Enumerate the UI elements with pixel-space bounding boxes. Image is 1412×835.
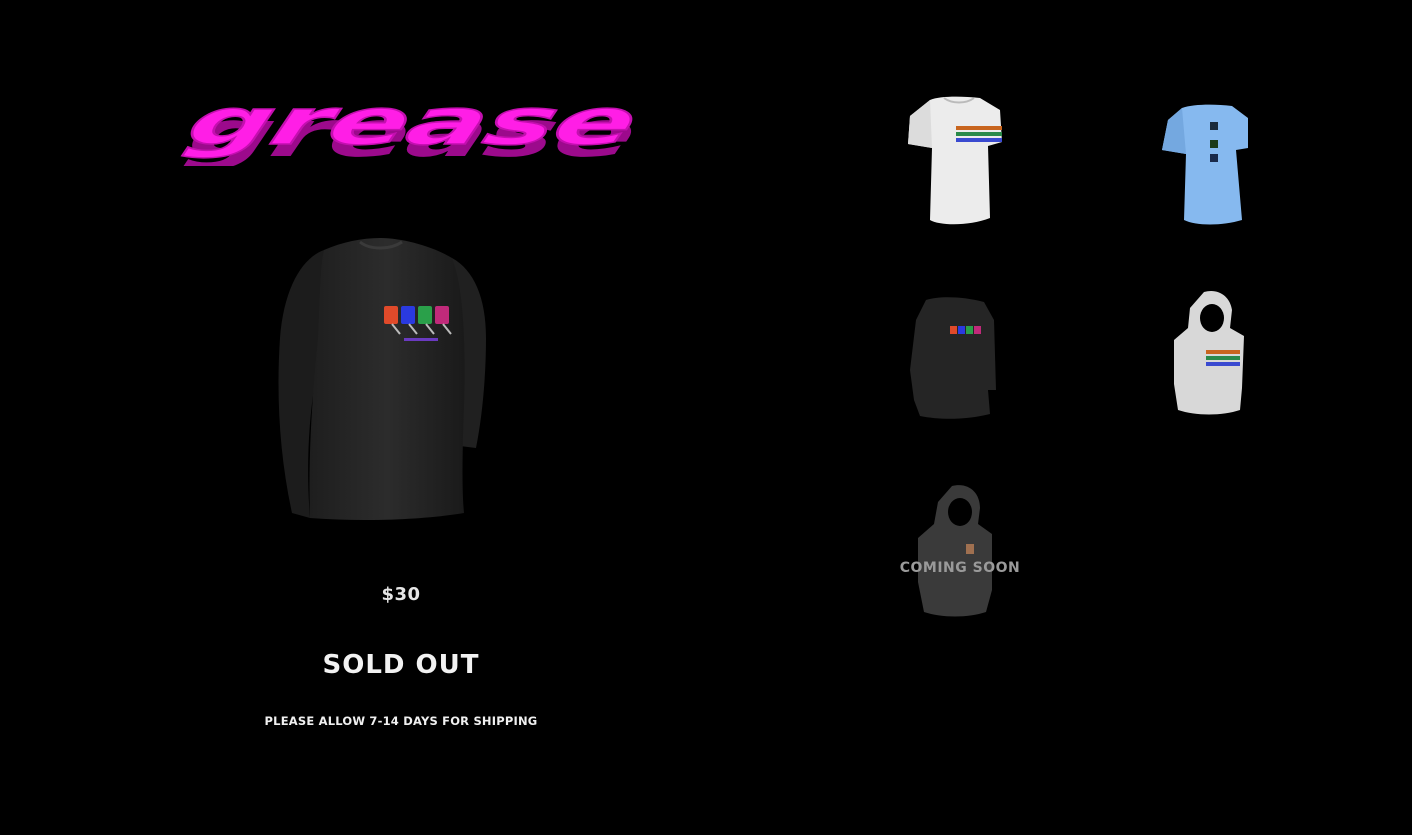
product-thumb-grey-hoodie[interactable]: [906, 482, 1016, 622]
shipping-note: PLEASE ALLOW 7-14 DAYS FOR SHIPPING: [264, 714, 538, 728]
product-price: $30: [381, 584, 421, 605]
product-thumb-white-tshirt[interactable]: [900, 92, 1010, 232]
product-thumb-black-long-sleeve[interactable]: [900, 290, 1010, 430]
svg-text:grease: grease: [179, 88, 638, 160]
product-thumb-blue-tshirt[interactable]: [1152, 92, 1262, 232]
grease-logo[interactable]: grease grease: [168, 88, 638, 166]
product-thumb-white-hoodie[interactable]: [1160, 288, 1270, 428]
sold-out-status: SOLD OUT: [322, 650, 480, 680]
featured-product-image[interactable]: [262, 228, 502, 533]
coming-soon-label: COMING SOON: [899, 560, 1021, 576]
